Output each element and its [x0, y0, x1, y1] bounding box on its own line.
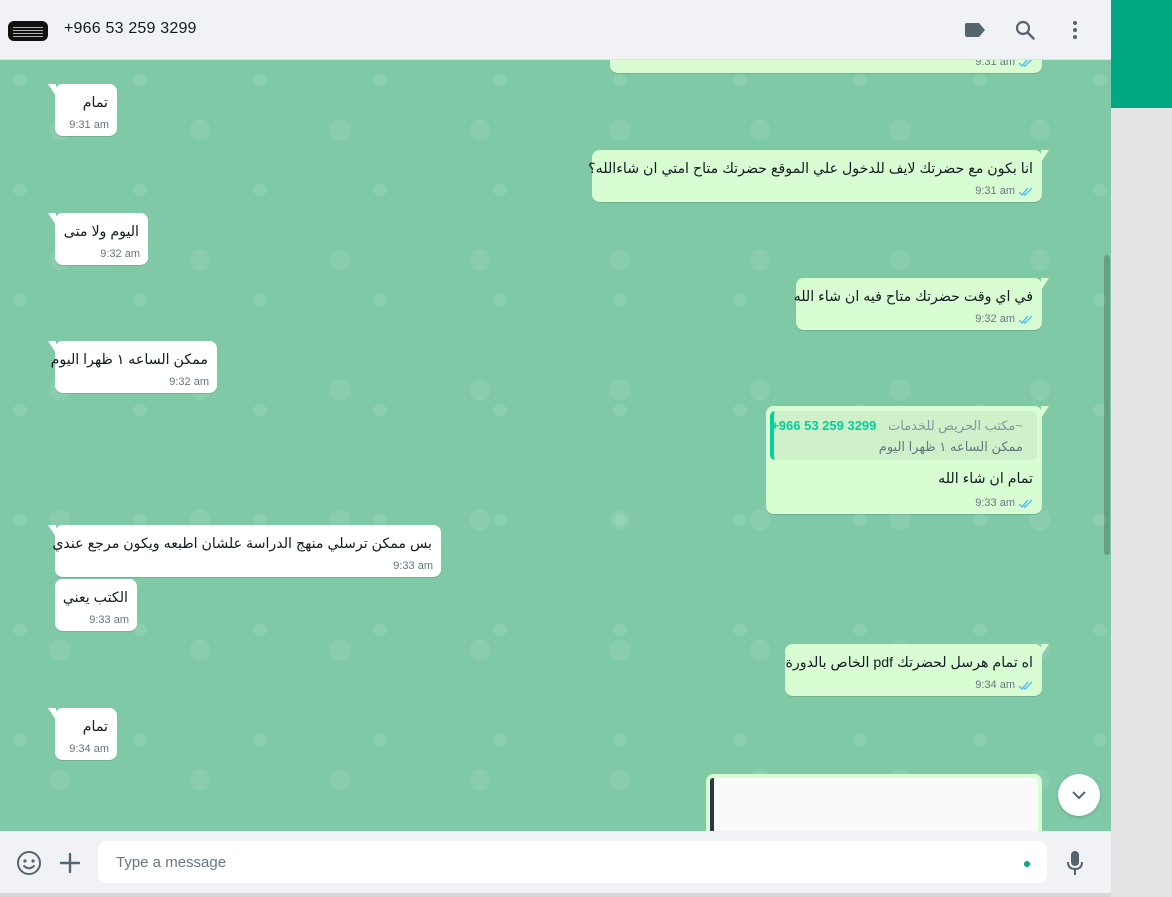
message-text: بس ممكن ترسلي منهج الدراسة علشان اطبعه و… [52, 536, 432, 552]
quoted-text: ممكن الساعه ١ ظهرا اليوم [878, 439, 1023, 454]
message-meta: 9:34 am [69, 743, 109, 755]
whatsapp-web-app: +966 53 259 3299 9:31 am تمام 9:31 am ان… [0, 0, 1111, 897]
message-incoming[interactable]: اليوم ولا متى 9:32 am [48, 213, 148, 265]
pdf-thumbnail [710, 778, 1038, 831]
app-background-accent [1111, 0, 1172, 108]
message-text: تمام ان شاء الله [938, 471, 1033, 487]
message-meta: 9:31 am [69, 119, 109, 131]
document-preview-message[interactable] [706, 774, 1042, 831]
emoji-icon[interactable] [16, 850, 42, 876]
app-background [1111, 108, 1172, 897]
message-meta: 9:34 am [975, 679, 1034, 691]
message-text: الكتب يعني [62, 590, 128, 606]
search-icon[interactable] [1013, 18, 1037, 42]
message-meta: 9:32 am [100, 248, 140, 260]
message-time: 9:33 am [89, 614, 129, 626]
microphone-icon[interactable] [1062, 850, 1088, 876]
quoted-phone: +966 53 259 3299 [771, 418, 877, 433]
message-time: 9:31 am [69, 119, 109, 131]
message-text: اليوم ولا متى [63, 224, 139, 240]
message-meta: 9:32 am [169, 376, 209, 388]
message-outgoing[interactable]: انا بكون مع حضرتك لايف للدخول علي الموقع… [588, 150, 1049, 202]
contact-avatar[interactable] [8, 21, 48, 41]
message-time: 9:31 am [975, 185, 1015, 197]
message-text: تمام [82, 719, 108, 735]
window-bottom-edge [0, 893, 1111, 897]
message-meta: 9:32 am [975, 313, 1034, 325]
message-text: ممكن الساعه ١ ظهرا اليوم [50, 352, 208, 368]
read-ticks-icon [1018, 60, 1032, 67]
message-meta: 9:33 am [975, 497, 1034, 509]
read-ticks-icon [1018, 315, 1033, 324]
message-meta: 9:33 am [393, 560, 433, 572]
message-input[interactable] [98, 841, 1047, 883]
message-list[interactable]: 9:31 am تمام 9:31 am انا بكون مع حضرتك ل… [0, 60, 1111, 831]
scroll-to-bottom-button[interactable] [1058, 774, 1100, 816]
message-text: تمام [82, 95, 108, 111]
avatar-image [13, 25, 43, 37]
message-composer [0, 831, 1111, 893]
message-meta: 9:31 am [975, 185, 1034, 197]
message-outgoing-reply[interactable]: ~مكتب الحريص للخدمات +966 53 259 3299 مم… [766, 406, 1049, 514]
message-text: في اي وقت حضرتك متاح فيه ان شاء الله [793, 289, 1033, 305]
read-ticks-icon [1018, 681, 1033, 690]
message-text: اه تمام هرسل لحضرتك pdf الخاص بالدورة [785, 655, 1033, 671]
chat-scrollbar[interactable] [1104, 255, 1110, 555]
message-outgoing[interactable]: اه تمام هرسل لحضرتك pdf الخاص بالدورة 9:… [785, 644, 1049, 696]
chevron-down-icon [1072, 791, 1086, 800]
message-meta: 9:33 am [89, 614, 129, 626]
message-time: 9:32 am [100, 248, 140, 260]
message-incoming[interactable]: تمام 9:31 am [48, 84, 117, 136]
message-time: 9:34 am [975, 679, 1015, 691]
message-outgoing[interactable]: 9:31 am [610, 60, 1042, 73]
message-incoming[interactable]: تمام 9:34 am [48, 708, 117, 760]
message-incoming[interactable]: بس ممكن ترسلي منهج الدراسة علشان اطبعه و… [48, 525, 441, 577]
label-icon[interactable] [963, 18, 987, 42]
message-time: 9:34 am [69, 743, 109, 755]
message-text: انا بكون مع حضرتك لايف للدخول علي الموقع… [588, 161, 1033, 177]
message-time: 9:33 am [393, 560, 433, 572]
status-dot [1024, 861, 1030, 867]
chat-header: +966 53 259 3299 [0, 0, 1111, 60]
message-time: 9:32 am [975, 313, 1015, 325]
message-incoming[interactable]: الكتب يعني 9:33 am [55, 579, 137, 631]
message-time: 9:31 am [975, 60, 1015, 68]
message-time: 9:32 am [169, 376, 209, 388]
contact-name[interactable]: +966 53 259 3299 [64, 20, 197, 38]
menu-dots-icon[interactable] [1063, 18, 1087, 42]
message-meta: 9:31 am [975, 60, 1034, 68]
quoted-message[interactable]: ~مكتب الحريص للخدمات +966 53 259 3299 مم… [770, 411, 1037, 460]
message-incoming[interactable]: ممكن الساعه ١ ظهرا اليوم 9:32 am [48, 341, 217, 393]
message-time: 9:33 am [975, 497, 1015, 509]
read-ticks-icon [1018, 187, 1033, 196]
message-outgoing[interactable]: في اي وقت حضرتك متاح فيه ان شاء الله 9:3… [793, 278, 1049, 330]
read-ticks-icon [1018, 499, 1033, 508]
attach-plus-icon[interactable] [57, 850, 83, 876]
quoted-author: ~مكتب الحريص للخدمات [888, 418, 1023, 433]
